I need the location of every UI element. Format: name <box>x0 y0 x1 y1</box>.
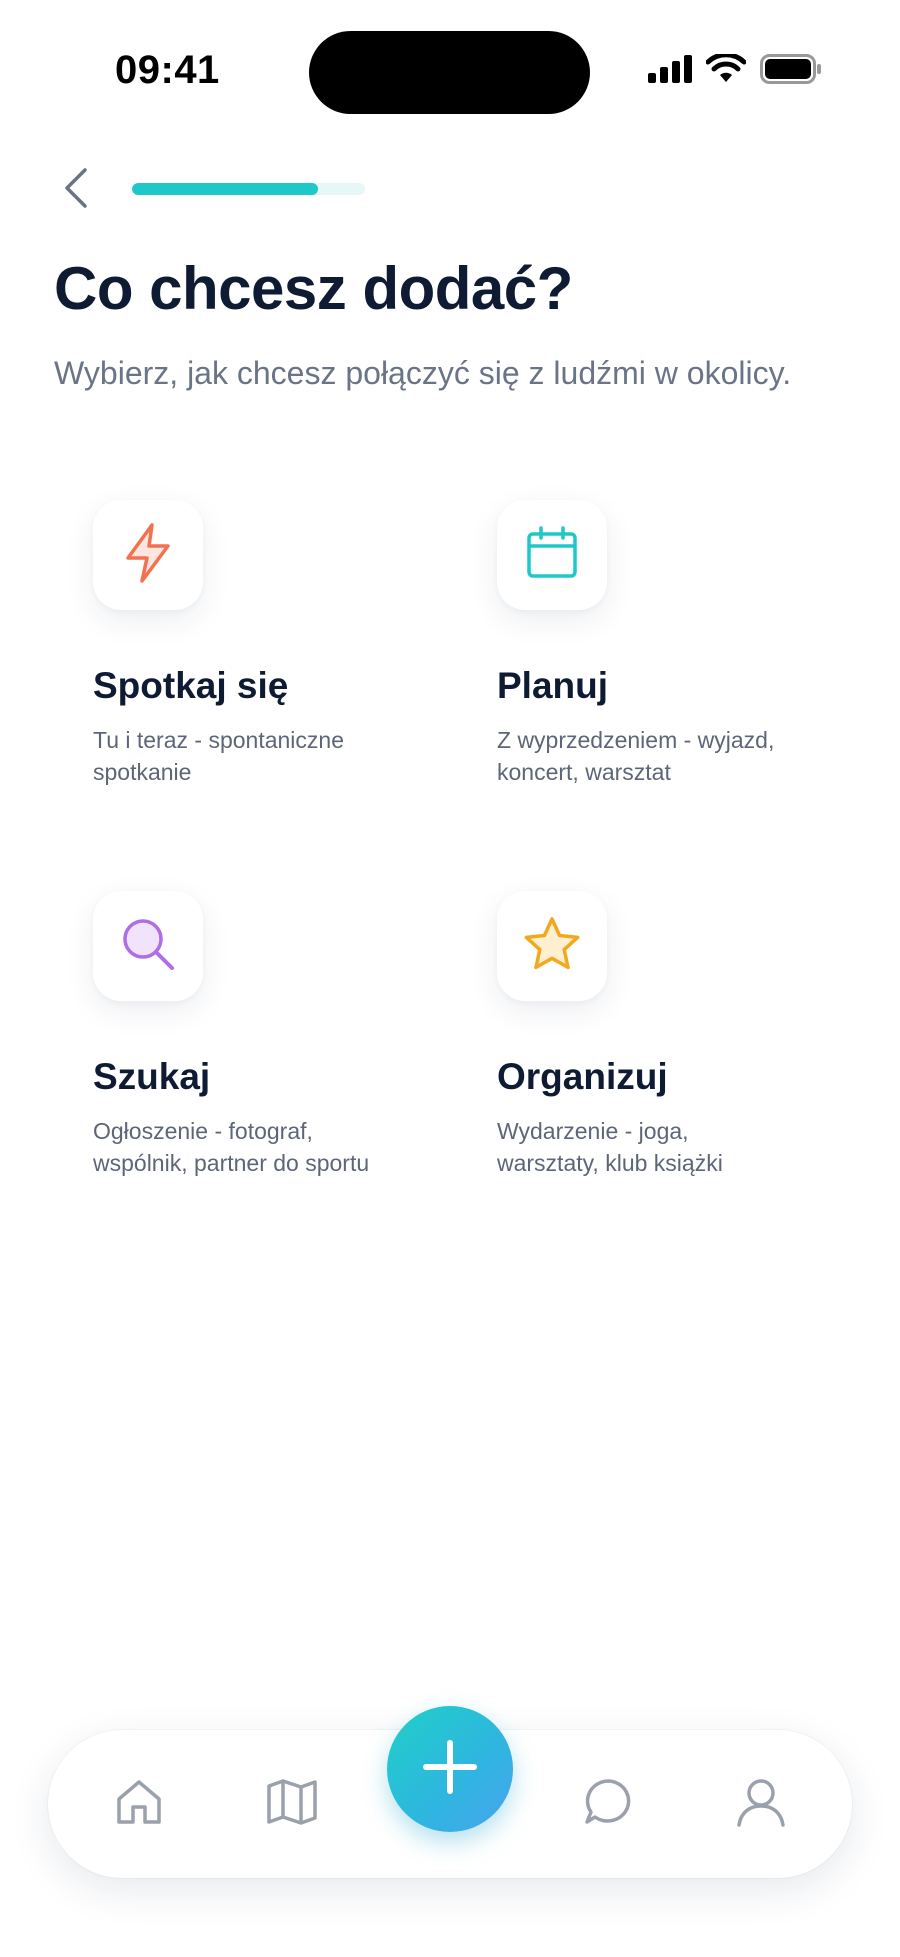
icon-tile <box>497 500 607 610</box>
option-title: Planuj <box>497 665 609 706</box>
status-bar: 09:41 <box>0 0 900 120</box>
plus-icon <box>422 1739 478 1800</box>
profile-icon <box>735 1776 787 1833</box>
option-organize-button[interactable]: Organizuj Wydarzenie - joga, warsztaty, … <box>497 891 857 1221</box>
add-button[interactable] <box>387 1706 513 1832</box>
cellular-signal-icon <box>648 55 692 88</box>
lightning-icon <box>122 522 174 589</box>
battery-icon <box>760 54 822 89</box>
search-icon <box>120 916 176 977</box>
option-title: Spotkaj się <box>93 665 289 706</box>
option-title: Szukaj <box>93 1056 211 1097</box>
home-icon <box>114 1777 164 1832</box>
status-time: 09:41 <box>115 48 220 92</box>
icon-tile <box>497 891 607 1001</box>
wifi-icon <box>705 52 747 89</box>
icon-tile <box>93 500 203 610</box>
calendar-icon <box>525 525 579 585</box>
progress-bar <box>132 183 365 195</box>
chevron-left-icon <box>61 166 91 215</box>
option-plan-button[interactable]: Planuj Z wyprzedzeniem - wyjazd, koncert… <box>497 500 857 830</box>
map-icon <box>266 1777 318 1832</box>
tab-map[interactable] <box>262 1774 322 1834</box>
icon-tile <box>93 891 203 1001</box>
status-icons <box>648 52 822 89</box>
star-icon <box>522 915 582 978</box>
dynamic-island <box>309 31 590 114</box>
page-title: Co chcesz dodać? <box>54 255 573 322</box>
tab-home[interactable] <box>109 1774 169 1834</box>
page-subtitle: Wybierz, jak chcesz połączyć się z ludźm… <box>54 355 792 391</box>
option-description: Wydarzenie - joga, warsztaty, klub książ… <box>497 1118 723 1176</box>
option-search-button[interactable]: Szukaj Ogłoszenie - fotograf, wspólnik, … <box>93 891 453 1221</box>
option-description: Ogłoszenie - fotograf, wspólnik, partner… <box>93 1118 370 1176</box>
option-meet-button[interactable]: Spotkaj się Tu i teraz - spontaniczne sp… <box>93 500 453 830</box>
option-title: Organizuj <box>497 1056 668 1097</box>
tab-profile[interactable] <box>731 1774 791 1834</box>
option-description: Tu i teraz - spontaniczne spotkanie <box>93 727 344 785</box>
option-description: Z wyprzedzeniem - wyjazd, koncert, warsz… <box>497 727 775 785</box>
progress-fill <box>132 183 319 195</box>
back-button[interactable] <box>52 166 100 214</box>
tab-messages[interactable] <box>578 1774 638 1834</box>
chat-icon <box>582 1776 634 1833</box>
